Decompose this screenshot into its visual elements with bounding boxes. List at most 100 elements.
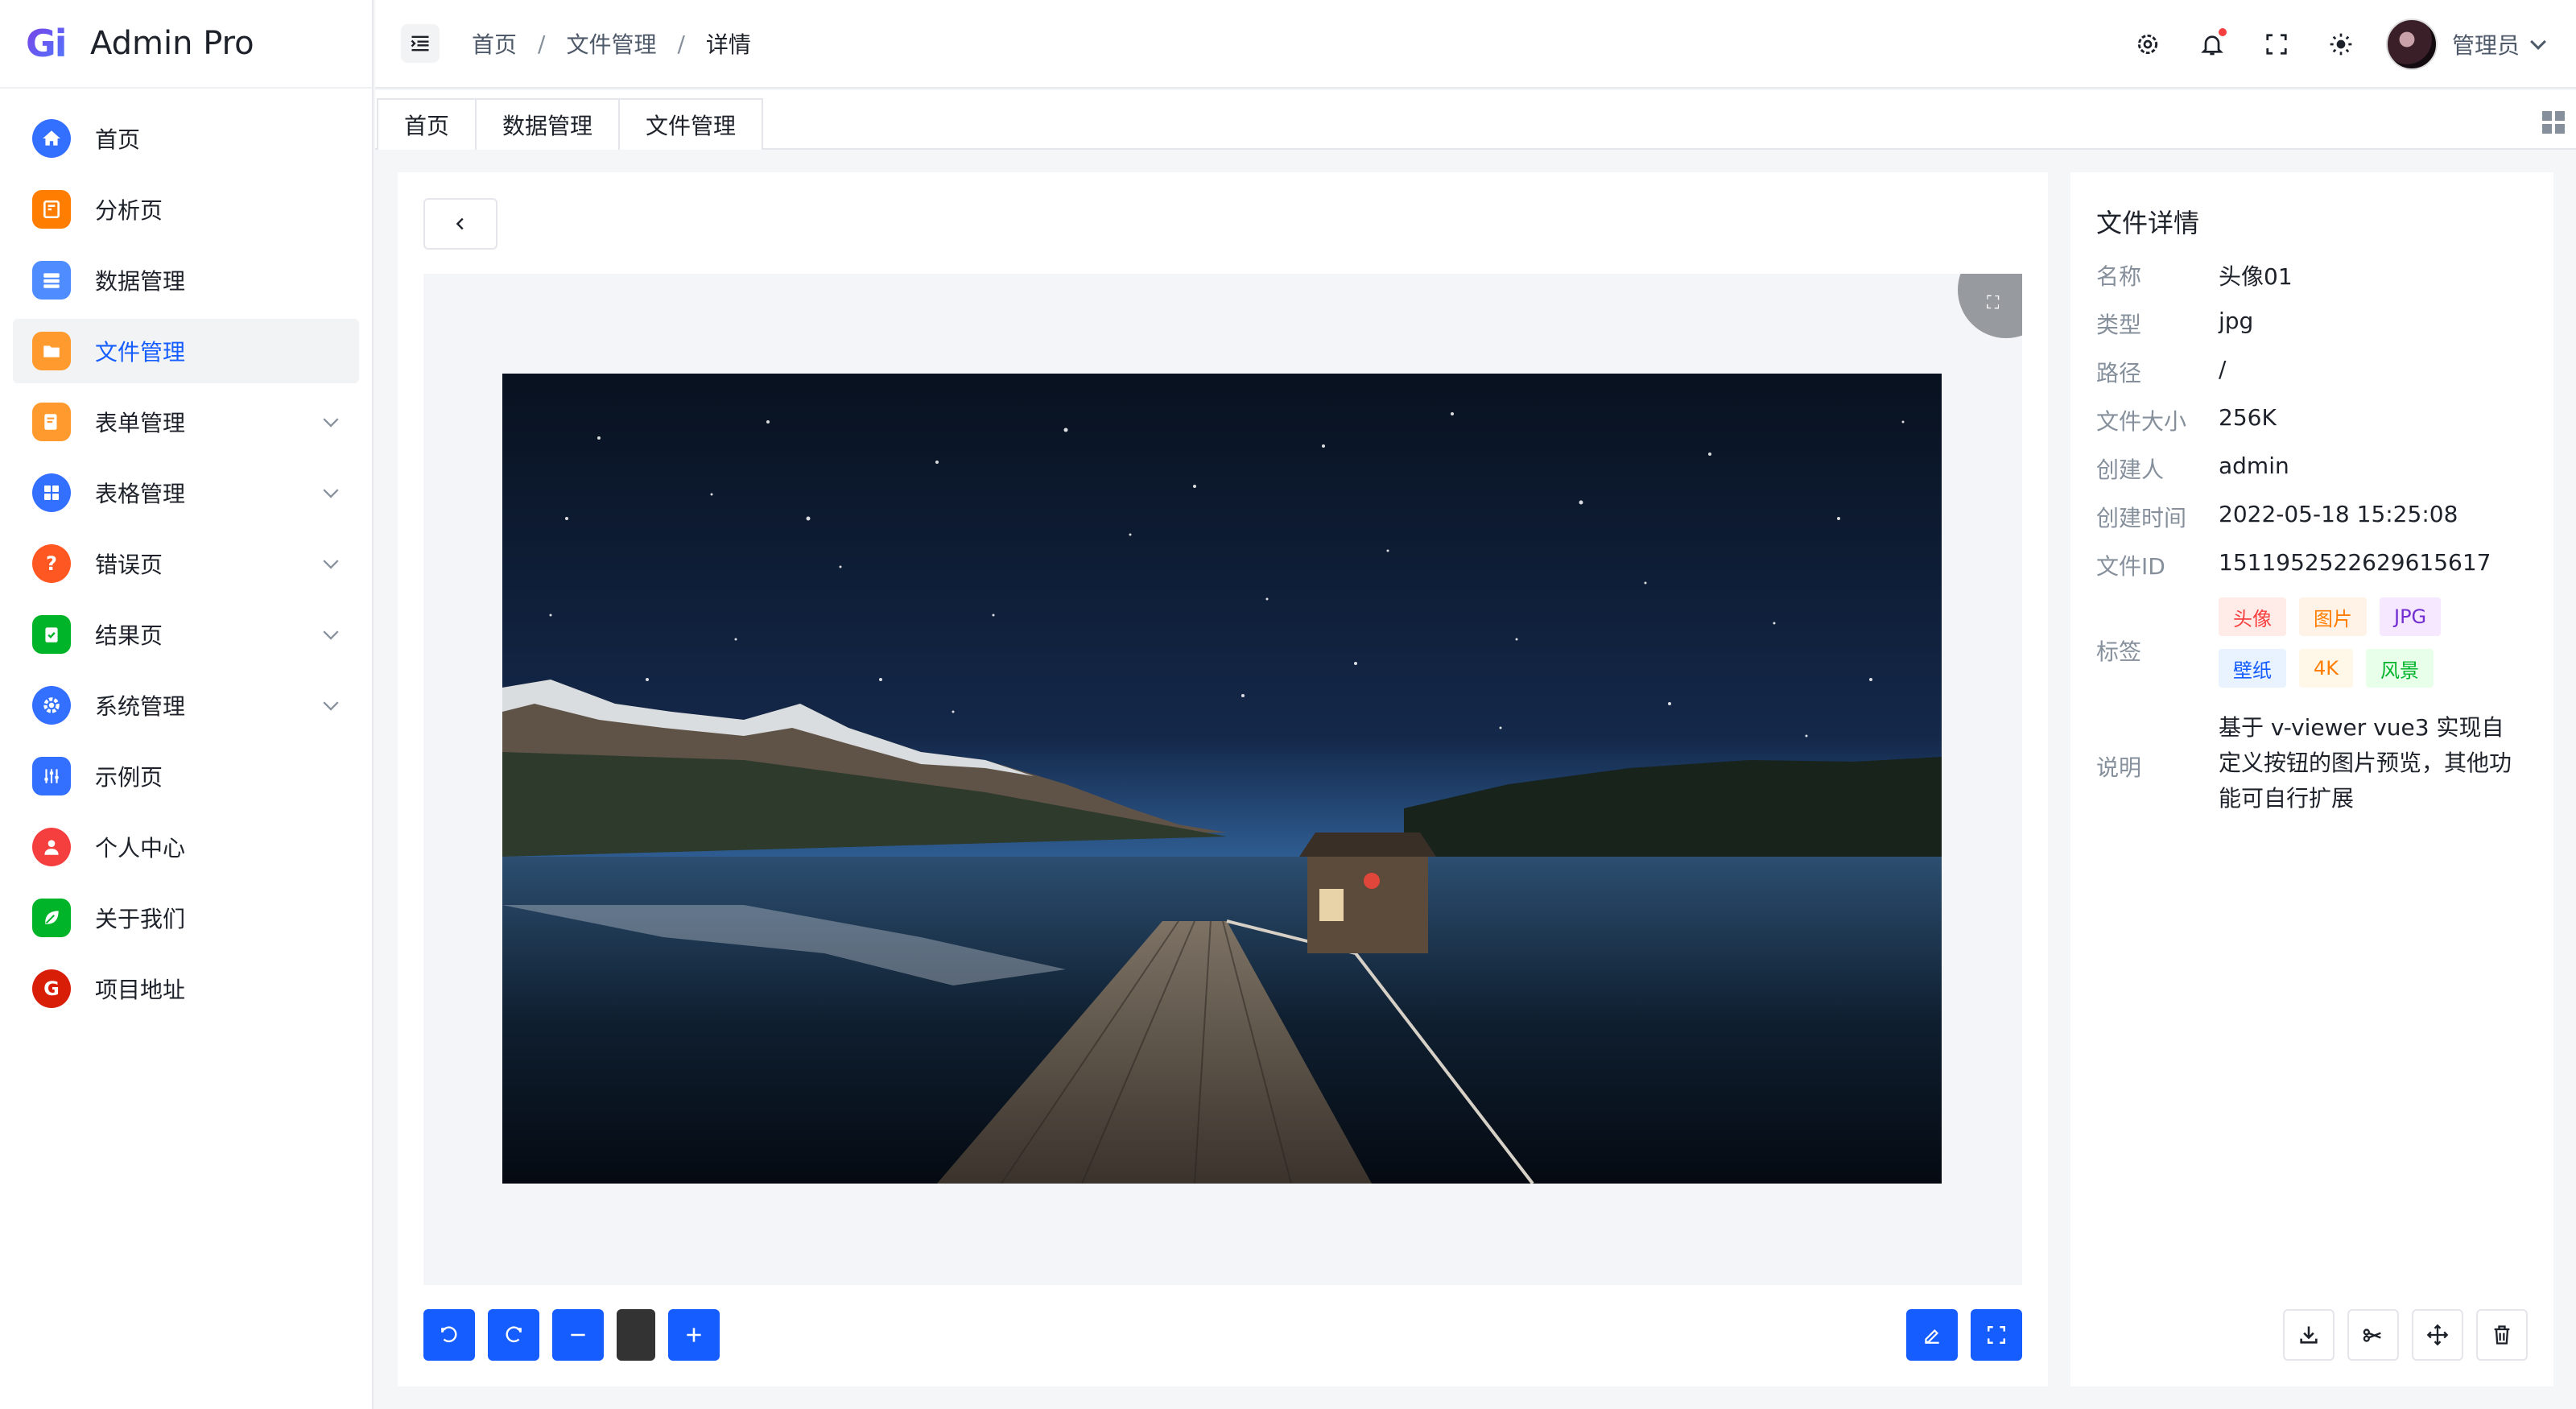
sidebar-item-examples[interactable]: 示例页 (13, 744, 359, 808)
fullscreen-icon[interactable] (2260, 28, 2293, 60)
zoom-in-button[interactable] (668, 1309, 720, 1361)
sidebar-item-label: 表格管理 (95, 481, 186, 507)
detail-row-creator: 创建人 admin (2096, 452, 2289, 485)
detail-row-name: 名称 头像01 (2096, 259, 2293, 291)
sidebar-item-about[interactable]: 关于我们 (13, 886, 359, 950)
sidebar-item-label: 文件管理 (95, 339, 186, 366)
download-button[interactable] (2283, 1309, 2334, 1361)
sidebar-item-label: 项目地址 (95, 977, 186, 1003)
tag-list: 头像 图片 JPG 壁纸 4K 风景 (2219, 597, 2524, 700)
clipboard-check-icon (32, 615, 71, 654)
sidebar-item-label: 数据管理 (95, 268, 186, 295)
logo-mark: Gi (26, 22, 69, 65)
breadcrumb-item[interactable]: 文件管理 (566, 27, 656, 60)
gear-icon (32, 686, 71, 725)
tabs: 首页 数据管理 文件管理 (375, 98, 764, 150)
move-button[interactable] (2412, 1309, 2463, 1361)
sidebar-item-label: 系统管理 (95, 693, 186, 720)
form-icon (32, 403, 71, 441)
sidebar-item-data[interactable]: 数据管理 (13, 248, 359, 312)
user-name[interactable]: 管理员 (2452, 28, 2520, 60)
sliders-icon (32, 757, 71, 795)
bell-icon[interactable] (2196, 28, 2228, 60)
tab-bar: 首页 数据管理 文件管理 (375, 90, 2576, 150)
app-logo[interactable]: Gi Admin Pro (0, 0, 372, 89)
sidebar-item-errors[interactable]: ? 错误页 (13, 531, 359, 596)
field-value: / (2219, 356, 2227, 382)
sidebar-item-repo[interactable]: G 项目地址 (13, 957, 359, 1021)
detail-row-path: 路径 / (2096, 356, 2226, 388)
sidebar-item-home[interactable]: 首页 (13, 106, 359, 171)
minus-icon (571, 1333, 585, 1337)
indent-icon (411, 35, 429, 52)
chevron-down-icon (323, 411, 339, 428)
sidebar-item-forms[interactable]: 表单管理 (13, 390, 359, 454)
field-label: 类型 (2096, 312, 2142, 338)
chevron-down-icon (323, 482, 339, 498)
sidebar: Gi Admin Pro 首页 分析页 数据管理 文件管理 表单管理 表格管理 … (0, 0, 374, 1409)
chevron-down-icon (323, 624, 339, 640)
field-value: 256K (2219, 404, 2277, 431)
file-detail-panel: 文件详情 名称 头像01 类型 jpg 路径 / 文件大小 256K 创建人 a… (2070, 172, 2553, 1386)
sidebar-item-label: 个人中心 (95, 835, 186, 862)
analysis-icon (32, 190, 71, 229)
plus-icon (687, 1328, 701, 1342)
file-actions (2270, 1309, 2528, 1361)
detail-row-type: 类型 jpg (2096, 308, 2253, 340)
tab-files[interactable]: 文件管理 (618, 98, 764, 150)
tag: 头像 (2219, 597, 2286, 636)
zoom-out-button[interactable] (552, 1309, 604, 1361)
gitee-icon: G (32, 969, 71, 1008)
scale-indicator (617, 1309, 655, 1361)
sidebar-item-label: 表单管理 (95, 410, 186, 436)
viewer-toolbar-right (1893, 1309, 2022, 1361)
sidebar-item-label: 分析页 (95, 197, 163, 224)
field-label: 名称 (2096, 263, 2142, 290)
sidebar-item-analysis[interactable]: 分析页 (13, 177, 359, 242)
tab-menu-icon[interactable] (2542, 111, 2565, 134)
back-button[interactable] (423, 198, 497, 250)
settings-icon[interactable] (2132, 28, 2164, 60)
notification-dot (2218, 28, 2227, 36)
image-stage: ⛶ (423, 274, 2022, 1285)
detail-row-tags: 标签 (2096, 634, 2219, 667)
preview-image[interactable] (502, 374, 1942, 1184)
sidebar-item-system[interactable]: 系统管理 (13, 673, 359, 738)
edit-button[interactable] (1906, 1309, 1958, 1361)
rotate-right-button[interactable] (488, 1309, 539, 1361)
sidebar-item-profile[interactable]: 个人中心 (13, 815, 359, 879)
breadcrumb-current: 详情 (705, 31, 751, 58)
rotate-left-button[interactable] (423, 1309, 475, 1361)
avatar[interactable] (2385, 19, 2438, 70)
tab-data[interactable]: 数据管理 (475, 98, 621, 150)
tab-home[interactable]: 首页 (377, 98, 477, 150)
download-icon (2300, 1326, 2318, 1344)
delete-button[interactable] (2476, 1309, 2528, 1361)
home-icon (32, 119, 71, 158)
menu-collapse-button[interactable] (401, 24, 440, 63)
folder-icon (32, 332, 71, 370)
sidebar-item-files[interactable]: 文件管理 (13, 319, 359, 383)
header-actions: 管理员 (2099, 0, 2546, 89)
viewer-fullscreen-button[interactable]: ⛶ (1958, 274, 2022, 338)
user-icon (32, 828, 71, 866)
chevron-down-icon[interactable] (2530, 34, 2546, 50)
theme-icon[interactable] (2325, 28, 2357, 60)
detail-row-file-id: 文件ID 1511952522629615617 (2096, 549, 2491, 581)
detail-row-description: 说明 (2096, 750, 2219, 783)
field-value: jpg (2219, 308, 2254, 334)
breadcrumb: 首页 / 文件管理 / 详情 (472, 27, 751, 60)
tag: 图片 (2299, 597, 2367, 636)
database-icon (32, 261, 71, 300)
tag: JPG (2380, 597, 2442, 636)
tag: 壁纸 (2219, 649, 2286, 688)
sidebar-item-tables[interactable]: 表格管理 (13, 461, 359, 525)
fullscreen-button[interactable] (1971, 1309, 2022, 1361)
share-button[interactable] (2347, 1309, 2399, 1361)
sidebar-item-results[interactable]: 结果页 (13, 602, 359, 667)
trash-icon (2494, 1325, 2510, 1345)
sidebar-item-label: 首页 (95, 126, 141, 153)
field-label: 路径 (2096, 360, 2142, 386)
breadcrumb-item[interactable]: 首页 (472, 27, 517, 60)
detail-row-size: 文件大小 256K (2096, 404, 2277, 436)
